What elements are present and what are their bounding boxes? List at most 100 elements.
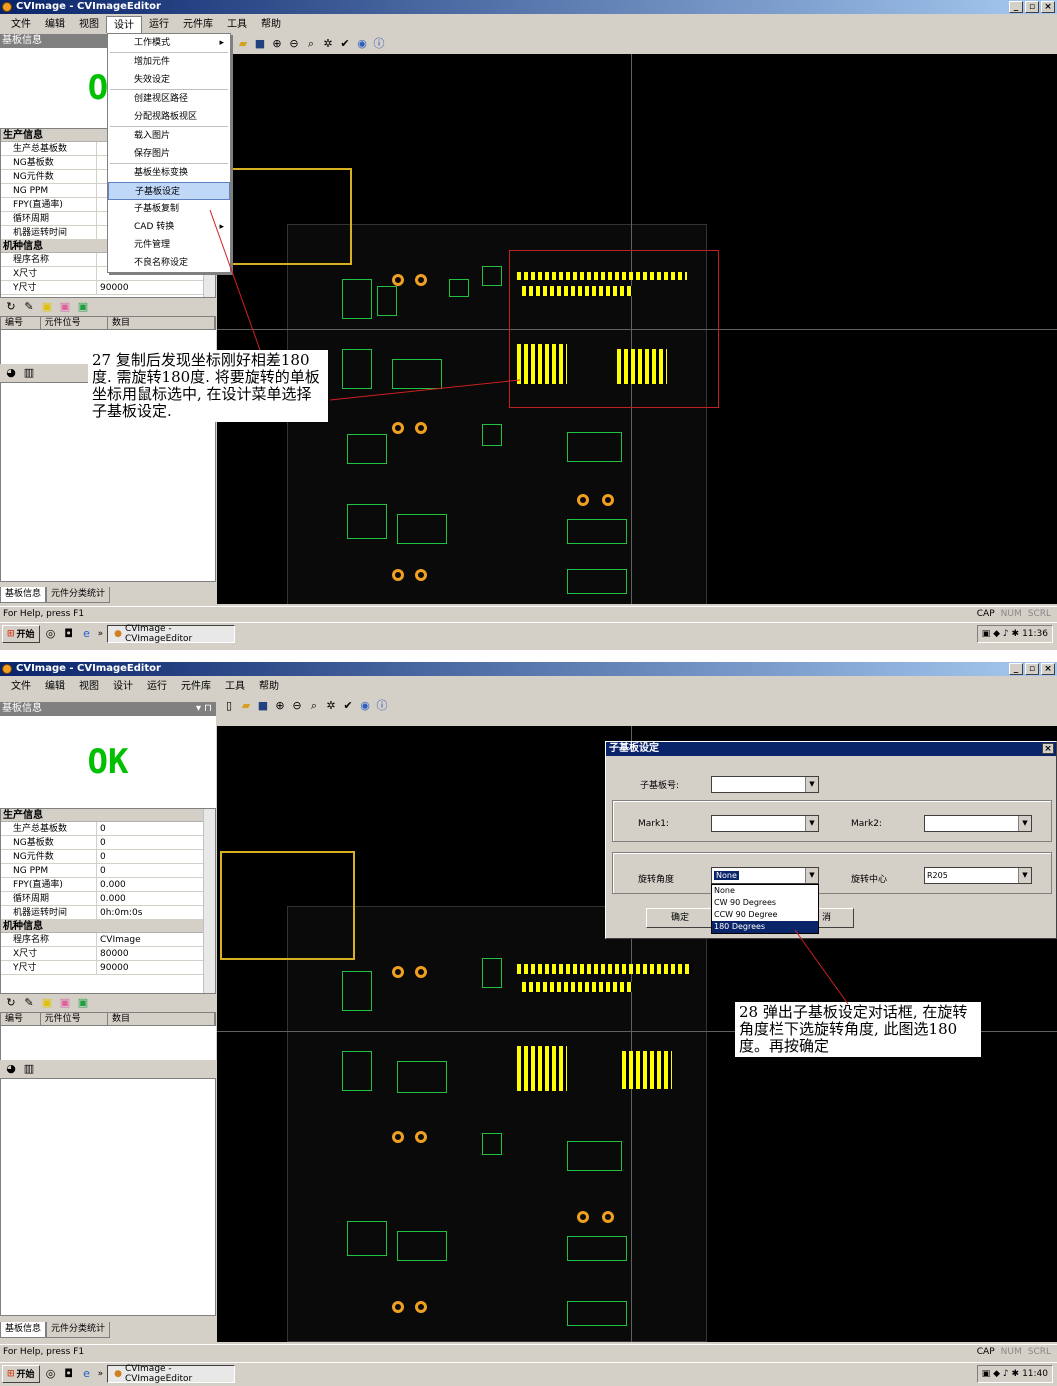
- green-icon[interactable]: ▣: [76, 300, 90, 314]
- maximize-button[interactable]: ▫: [1025, 1, 1039, 13]
- menu-create-view-path[interactable]: 创建视区路径: [108, 90, 230, 108]
- pie-chart-icon[interactable]: ◕: [4, 366, 18, 380]
- pink-icon[interactable]: ▣: [58, 300, 72, 314]
- menu-design[interactable]: 设计: [106, 16, 142, 33]
- info-icon[interactable]: ⓘ: [372, 37, 386, 51]
- menu-help[interactable]: 帮助: [252, 678, 286, 695]
- pin-icon[interactable]: ▾ ⊓: [196, 702, 212, 716]
- production-section[interactable]: 生产信息: [1, 809, 215, 822]
- option-cw-90[interactable]: CW 90 Degrees: [712, 897, 818, 909]
- sub-board-select[interactable]: ▼: [711, 776, 819, 793]
- menu-tools[interactable]: 工具: [218, 678, 252, 695]
- menu-tools[interactable]: 工具: [220, 16, 254, 33]
- menu-save-image[interactable]: 保存图片: [108, 145, 230, 163]
- tab-board-info[interactable]: 基板信息: [0, 587, 47, 603]
- menu-failure-setting[interactable]: 失效设定: [108, 71, 230, 89]
- menu-run[interactable]: 运行: [140, 678, 174, 695]
- close-button[interactable]: ×: [1041, 663, 1055, 675]
- bar-chart-icon[interactable]: ▥: [22, 1062, 36, 1076]
- menu-library[interactable]: 元件库: [176, 16, 220, 33]
- new-file-icon[interactable]: ▯: [222, 699, 236, 713]
- taskbar-app-item[interactable]: ● CVImage - CVImageEditor: [107, 1364, 236, 1384]
- zoom-fit-icon[interactable]: ⌕: [304, 37, 318, 51]
- minimize-button[interactable]: _: [1009, 663, 1023, 675]
- bar-chart-icon[interactable]: ▥: [22, 366, 36, 380]
- pie-chart-icon[interactable]: ◕: [4, 1062, 18, 1076]
- pink-icon[interactable]: ▣: [58, 996, 72, 1010]
- zoom-out-icon[interactable]: ⊖: [287, 37, 301, 51]
- chart-icon[interactable]: ✔: [338, 37, 352, 51]
- ie-icon[interactable]: e: [80, 627, 94, 641]
- menu-component-manage[interactable]: 元件管理: [108, 236, 230, 254]
- rotation-center-select[interactable]: R205 ▼: [924, 867, 1032, 884]
- menu-load-image[interactable]: 载入图片: [108, 127, 230, 145]
- menu-cad-convert[interactable]: CAD 转换 ▸: [108, 218, 230, 236]
- quicklaunch-icon[interactable]: ◎: [44, 1367, 58, 1381]
- menu-file[interactable]: 文件: [4, 678, 38, 695]
- rotation-options-list[interactable]: None CW 90 Degrees CCW 90 Degree 180 Deg…: [711, 884, 819, 934]
- start-button[interactable]: ⊞ 开始: [2, 1364, 40, 1383]
- menu-board-coord-transform[interactable]: 基板坐标变换: [108, 164, 230, 182]
- rotation-angle-select[interactable]: None ▼: [711, 867, 819, 884]
- zoom-out-icon[interactable]: ⊖: [290, 699, 304, 713]
- menu-work-mode[interactable]: 工作模式 ▸: [108, 34, 230, 52]
- globe-icon[interactable]: ◉: [355, 37, 369, 51]
- menu-edit[interactable]: 编辑: [38, 16, 72, 33]
- chevron-down-icon[interactable]: ▼: [1018, 868, 1031, 883]
- quicklaunch-icon[interactable]: ◎: [44, 627, 58, 641]
- menu-library[interactable]: 元件库: [174, 678, 218, 695]
- edit-icon[interactable]: ✎: [22, 300, 36, 314]
- menu-assign-view-area[interactable]: 分配视路板视区: [108, 108, 230, 126]
- maximize-button[interactable]: ▫: [1025, 663, 1039, 675]
- chart-icon[interactable]: ✔: [341, 699, 355, 713]
- property-grid[interactable]: 生产信息 生产总基板数 0 NG基板数 0 NG元件数 0 NG PPM 0 FPY(直…: [0, 808, 216, 994]
- taskbar-app-item[interactable]: ● CVImage - CVImageEditor: [107, 624, 236, 644]
- yellow-folder-icon[interactable]: ▣: [40, 996, 54, 1010]
- option-ccw-90[interactable]: CCW 90 Degree: [712, 909, 818, 921]
- refresh-icon[interactable]: ↻: [4, 996, 18, 1010]
- dialog-close-button[interactable]: ×: [1042, 743, 1054, 754]
- mark2-select[interactable]: ▼: [924, 815, 1032, 832]
- globe-icon[interactable]: ◉: [358, 699, 372, 713]
- menu-design[interactable]: 设计: [106, 678, 140, 695]
- quicklaunch-icon[interactable]: ◘: [62, 627, 76, 641]
- tools-icon[interactable]: ✲: [324, 699, 338, 713]
- model-section[interactable]: 机种信息: [1, 920, 215, 933]
- menu-defect-name-setting[interactable]: 不良名称设定: [108, 254, 230, 272]
- open-folder-icon[interactable]: ▰: [236, 37, 250, 51]
- save-icon[interactable]: ■: [256, 699, 270, 713]
- chevron-icon[interactable]: »: [98, 629, 104, 639]
- save-icon[interactable]: ■: [253, 37, 267, 51]
- close-button[interactable]: ×: [1041, 1, 1055, 13]
- tab-board-info[interactable]: 基板信息: [0, 1322, 47, 1338]
- open-folder-icon[interactable]: ▰: [239, 699, 253, 713]
- pcb-image-canvas[interactable]: [217, 54, 1057, 604]
- option-180[interactable]: 180 Degrees: [712, 921, 818, 933]
- menu-sub-board-setting[interactable]: 子基板设定: [108, 182, 230, 200]
- menu-sub-board-copy[interactable]: 子基板复制: [108, 200, 230, 218]
- zoom-fit-icon[interactable]: ⌕: [307, 699, 321, 713]
- option-none[interactable]: None: [712, 885, 818, 897]
- mark1-select[interactable]: ▼: [711, 815, 819, 832]
- info-icon[interactable]: ⓘ: [375, 699, 389, 713]
- component-list[interactable]: [0, 1026, 216, 1060]
- ie-icon[interactable]: e: [80, 1367, 94, 1381]
- menu-file[interactable]: 文件: [4, 16, 38, 33]
- tab-component-stats[interactable]: 元件分类统计: [46, 1322, 111, 1338]
- minimize-button[interactable]: _: [1009, 1, 1023, 13]
- refresh-icon[interactable]: ↻: [4, 300, 18, 314]
- chevron-icon[interactable]: »: [98, 1369, 104, 1379]
- yellow-folder-icon[interactable]: ▣: [40, 300, 54, 314]
- vertical-scrollbar[interactable]: [203, 809, 215, 993]
- ok-button[interactable]: 确定: [646, 908, 714, 928]
- zoom-in-icon[interactable]: ⊕: [270, 37, 284, 51]
- menu-help[interactable]: 帮助: [254, 16, 288, 33]
- chevron-down-icon[interactable]: ▼: [805, 816, 818, 831]
- menu-run[interactable]: 运行: [142, 16, 176, 33]
- menu-edit[interactable]: 编辑: [38, 678, 72, 695]
- chevron-down-icon[interactable]: ▼: [805, 777, 818, 792]
- quicklaunch-icon[interactable]: ◘: [62, 1367, 76, 1381]
- chevron-down-icon[interactable]: ▼: [1018, 816, 1031, 831]
- menu-view[interactable]: 视图: [72, 16, 106, 33]
- edit-icon[interactable]: ✎: [22, 996, 36, 1010]
